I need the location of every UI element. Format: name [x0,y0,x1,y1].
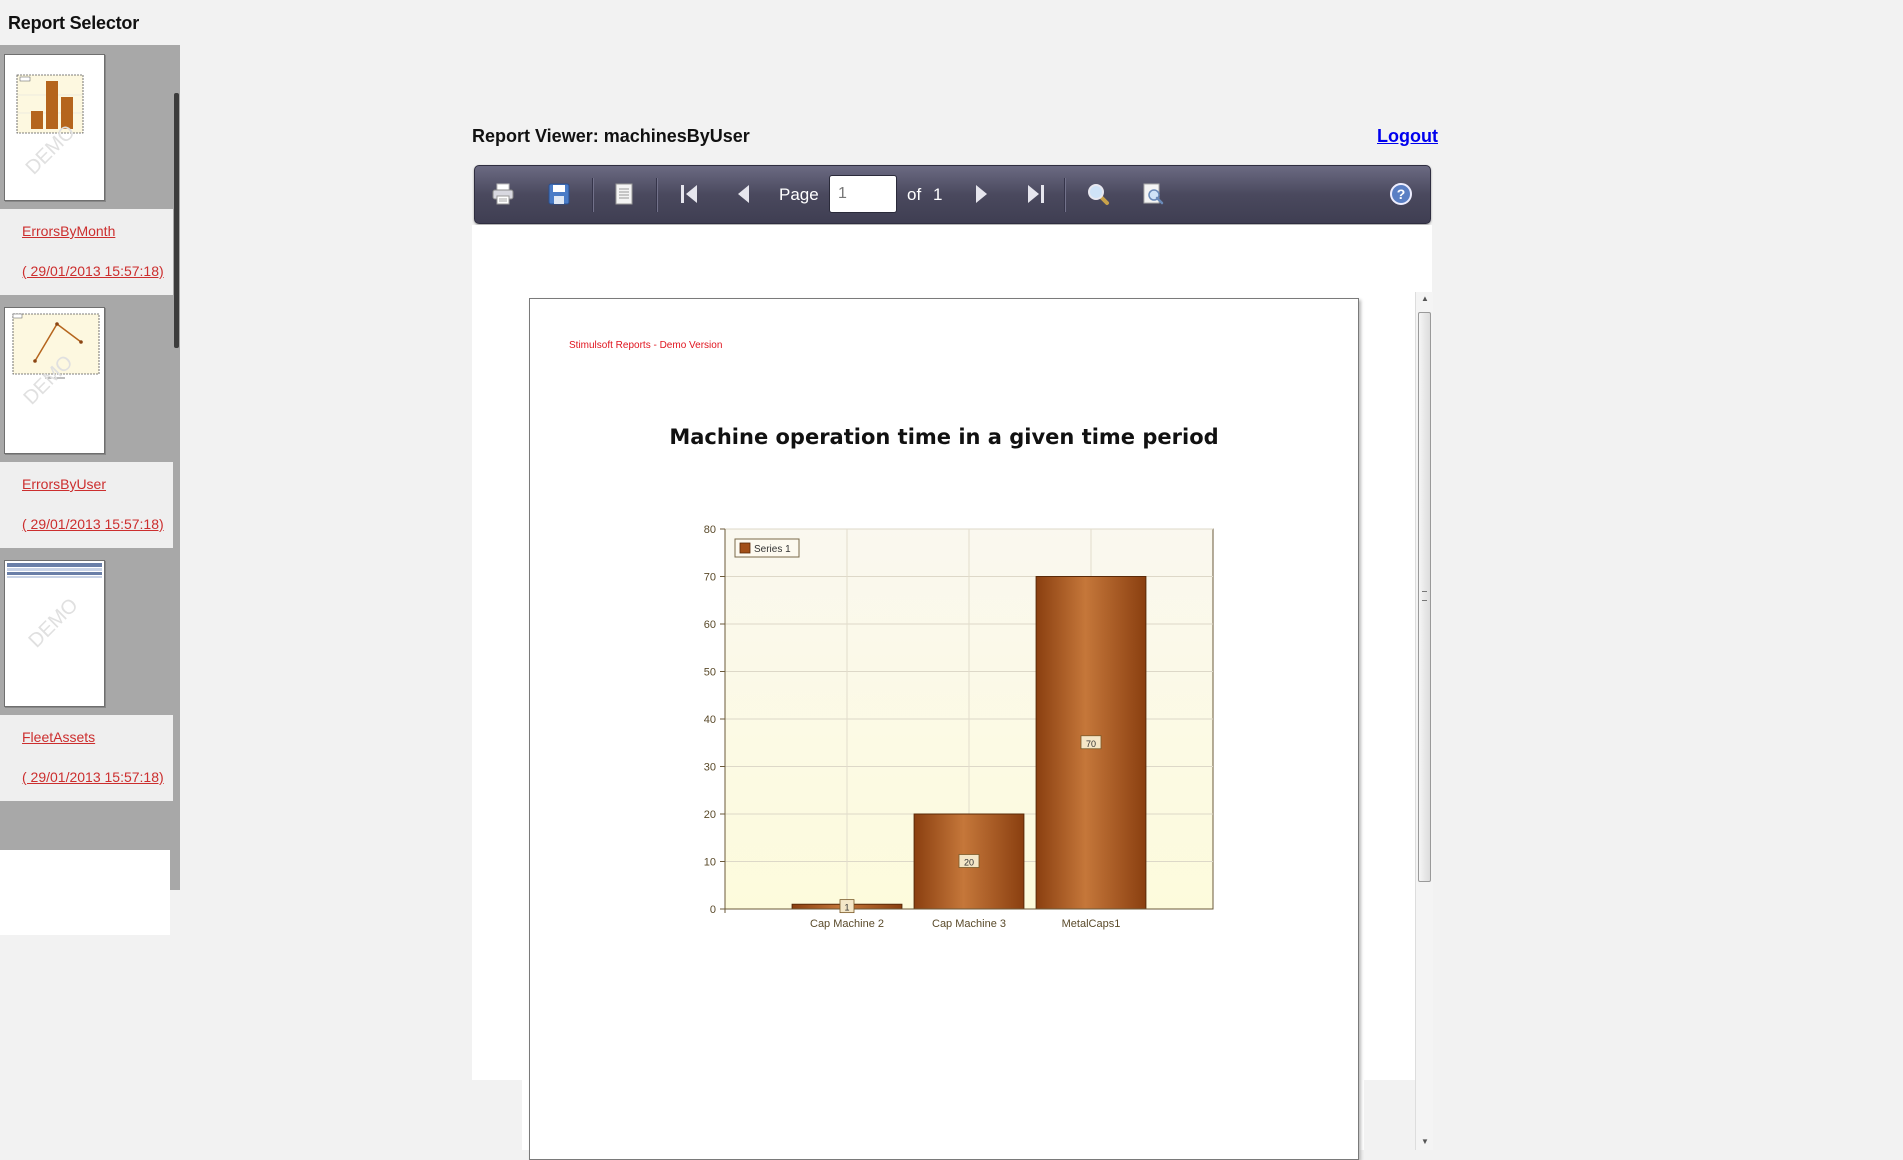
data-label: 1 [844,903,849,913]
report-list: DEMO ErrorsByMonth ( 29/01/2013 15:57:18… [0,45,180,935]
report-page: Stimulsoft Reports - Demo Version Machin… [529,298,1359,1160]
scrollbar-thumb[interactable] [1418,312,1431,882]
logout-link[interactable]: Logout [1377,126,1438,147]
x-tick-label: Cap Machine 2 [810,918,884,930]
data-label: 20 [964,858,974,868]
y-tick-label: 20 [704,809,716,821]
toolbar-separator [592,178,594,212]
data-label: 70 [1086,739,1096,749]
svg-text:DEMO: DEMO [24,594,82,652]
scroll-up-arrow-icon[interactable]: ▲ [1421,294,1429,303]
legend-swatch [739,542,751,554]
y-tick-label: 80 [704,524,716,536]
page-number-input[interactable] [829,175,897,213]
report-link-date[interactable]: ( 29/01/2013 15:57:18) [22,516,164,532]
report-item-errorsbyuser[interactable]: DEMO ErrorsByUser ( 29/01/2013 15:57:18) [0,298,173,548]
x-tick-label: Cap Machine 3 [932,918,1006,930]
report-item-fleetassets[interactable]: DEMO FleetAssets ( 29/01/2013 15:57:18) [0,551,173,801]
sidebar-empty-area [0,850,170,935]
svg-text:?: ? [1397,186,1406,202]
next-page-icon[interactable] [967,180,995,208]
save-icon[interactable] [545,180,573,208]
viewer-title: Report Viewer: machinesByUser [472,126,750,146]
report-thumbnail[interactable]: DEMO [4,54,105,201]
toolbar-separator [656,178,658,212]
scroll-down-arrow-icon[interactable]: ▼ [1421,1137,1429,1146]
x-tick-label: MetalCaps1 [1062,918,1121,930]
report-thumbnail[interactable]: DEMO [4,307,105,454]
report-caption: ErrorsByUser ( 29/01/2013 15:57:18) [0,462,173,548]
previous-page-icon[interactable] [730,180,758,208]
demo-watermark: Stimulsoft Reports - Demo Version [569,340,723,351]
report-link-name[interactable]: ErrorsByMonth [22,223,115,239]
page-view-icon[interactable] [610,180,638,208]
toolbar-separator [1064,178,1066,212]
first-page-icon[interactable] [675,180,703,208]
viewer-toolbar: Page of 1 ? [474,165,1431,224]
chart-legend: Series 1 [734,538,800,558]
y-tick-label: 60 [704,619,716,631]
page-label: Page [779,185,819,204]
y-tick-label: 10 [704,857,716,869]
print-icon[interactable] [489,180,517,208]
report-title: Machine operation time in a given time p… [669,425,1219,449]
zoom-icon[interactable] [1084,180,1112,208]
find-icon[interactable] [1139,180,1167,208]
report-link-name[interactable]: FleetAssets [22,729,95,745]
legend-series-name: Series 1 [754,544,791,555]
report-link-date[interactable]: ( 29/01/2013 15:57:18) [22,769,164,785]
report-caption: FleetAssets ( 29/01/2013 15:57:18) [0,715,173,801]
total-pages: 1 [933,185,943,204]
sidebar-scrollbar[interactable] [174,93,179,348]
scroll-grip-icon [1422,591,1427,601]
report-link-date[interactable]: ( 29/01/2013 15:57:18) [22,263,164,279]
of-label: of [907,185,922,204]
y-tick-label: 0 [710,904,716,916]
y-tick-label: 50 [704,667,716,679]
report-item-errorsbymonth[interactable]: DEMO ErrorsByMonth ( 29/01/2013 15:57:18… [0,45,173,295]
y-tick-label: 30 [704,762,716,774]
help-icon[interactable]: ? [1387,180,1415,208]
report-thumbnail[interactable]: DEMO [4,560,105,707]
viewer-scrollbar[interactable]: ▲ ▼ [1415,292,1433,1150]
y-tick-label: 70 [704,572,716,584]
sidebar-title: Report Selector [8,13,140,33]
last-page-icon[interactable] [1022,180,1050,208]
bar-chart: 0 10 20 30 40 50 60 70 80 Cap Machine 2 Cap Machi… [704,524,1214,930]
report-caption: ErrorsByMonth ( 29/01/2013 15:57:18) [0,209,173,295]
report-link-name[interactable]: ErrorsByUser [22,476,106,492]
y-tick-label: 40 [704,714,716,726]
